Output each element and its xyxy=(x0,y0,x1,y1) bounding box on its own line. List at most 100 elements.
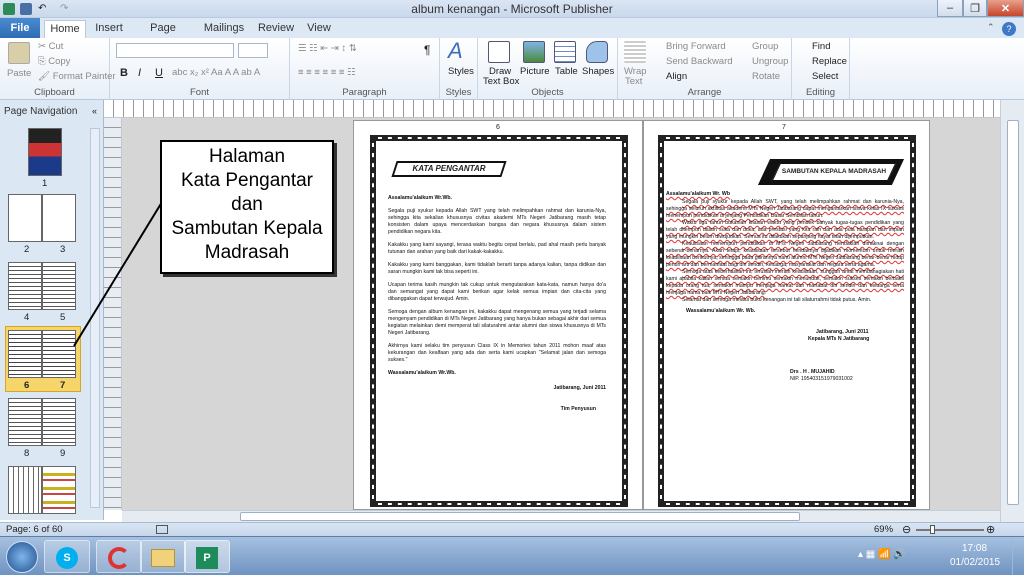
page-7-paragraph-2: Waktu tiga tahun bukanlah kilasan waktu … xyxy=(666,220,904,240)
ribbon-collapse-icon[interactable]: ⌃ xyxy=(987,22,995,33)
page-6-paragraph-1: Segala puji syukur kepada Allah SWT yang… xyxy=(388,208,606,235)
page-thumb-11[interactable] xyxy=(42,466,76,514)
taskbar-ccleaner[interactable] xyxy=(96,540,142,573)
minimize-button[interactable]: – xyxy=(937,0,963,17)
vertical-scroll-thumb[interactable] xyxy=(1007,120,1019,505)
taskbar-skype[interactable]: S xyxy=(44,540,90,573)
tab-file[interactable]: File xyxy=(0,18,40,38)
bold-button[interactable]: B xyxy=(120,67,128,79)
underline-button[interactable]: U xyxy=(155,67,163,79)
copy-button[interactable]: ⎘ Copy xyxy=(38,56,70,67)
paste-icon[interactable] xyxy=(8,42,30,64)
picture-button[interactable]: Picture xyxy=(520,66,550,77)
select-button[interactable]: Select xyxy=(812,71,838,82)
show-formatting-button[interactable]: ¶ xyxy=(424,43,430,57)
align-button[interactable]: Align xyxy=(666,71,687,82)
window-title: album kenangan - Microsoft Publisher xyxy=(411,2,613,16)
paste-button[interactable]: Paste xyxy=(7,68,31,79)
page-thumb-2[interactable] xyxy=(8,194,42,242)
page-thumb-6[interactable] xyxy=(8,330,42,378)
arrange-group-label: Arrange xyxy=(687,87,722,98)
styles-icon[interactable]: A xyxy=(448,40,470,62)
collapse-pane-icon[interactable]: « xyxy=(92,106,97,116)
styles-group-label: Styles xyxy=(445,87,472,98)
page-6-banner: KATA PENGANTAR xyxy=(391,161,507,177)
table-button[interactable]: Table xyxy=(555,66,578,77)
tab-insert[interactable]: Insert xyxy=(92,20,126,38)
horizontal-scrollbar[interactable] xyxy=(122,510,1000,522)
zoom-slider-handle[interactable] xyxy=(930,525,935,534)
zoom-slider[interactable] xyxy=(916,529,984,531)
ungroup-button[interactable]: Ungroup xyxy=(752,56,788,67)
restore-button[interactable]: ❐ xyxy=(963,0,987,17)
draw-text-box-label-2[interactable]: Text Box xyxy=(483,76,519,87)
page-thumb-10[interactable] xyxy=(8,466,42,514)
vertical-scrollbar[interactable] xyxy=(1000,100,1024,522)
font-group: B I U abc x₂ x² Aa A A ab A Font xyxy=(110,38,290,100)
page-thumb-4[interactable] xyxy=(8,262,42,310)
page-indicator[interactable]: Page: 6 of 60 xyxy=(6,524,63,535)
zoom-in-button[interactable]: ⊕ xyxy=(986,523,995,536)
layout-icon[interactable] xyxy=(156,525,168,534)
tab-view[interactable]: View xyxy=(304,20,334,38)
page-num-5: 5 xyxy=(60,312,66,323)
page-6-paragraph-2: Kakakku yang kami sayangi, terasa waktu … xyxy=(388,242,606,255)
send-backward-button[interactable]: Send Backward xyxy=(666,56,733,67)
page-thumb-8[interactable] xyxy=(8,398,42,446)
italic-button[interactable]: I xyxy=(138,67,141,79)
font-effects-icons[interactable]: abc x₂ x² Aa A A ab A xyxy=(172,67,260,78)
draw-text-box-icon[interactable] xyxy=(488,41,510,63)
replace-button[interactable]: Replace xyxy=(812,56,847,67)
clock-time[interactable]: 17:08 xyxy=(962,543,987,554)
list-buttons[interactable]: ☰ ☷ ⇤ ⇥ ↕ ⇅ xyxy=(298,43,357,54)
tray-icons[interactable]: ▴ ▦ 📶 🔊 xyxy=(858,549,906,560)
status-bar: Page: 6 of 60 69% ⊖ ⊕ xyxy=(0,522,1024,536)
skype-icon: S xyxy=(56,547,78,569)
callout-line-3: dan xyxy=(231,194,263,215)
page-6-paragraph-4: Ucapan terima kasih mungkin tak cukup un… xyxy=(388,282,606,302)
tab-mailings[interactable]: Mailings xyxy=(202,20,246,38)
page-num-4: 4 xyxy=(24,312,30,323)
tab-review[interactable]: Review xyxy=(256,20,296,38)
page-6[interactable]: 6 KATA PENGANTAR Assalamu'alaikum Wr.Wb.… xyxy=(353,120,643,510)
zoom-level[interactable]: 69% xyxy=(874,524,893,535)
help-icon[interactable]: ? xyxy=(1002,22,1016,36)
styles-button[interactable]: Styles xyxy=(448,66,474,77)
alignment-buttons[interactable]: ≡ ≡ ≡ ≡ ≡ ≡ ☷ xyxy=(298,67,356,78)
page-6-text-box[interactable]: Assalamu'alaikum Wr.Wb. Segala puji syuk… xyxy=(388,195,606,475)
font-size-dropdown[interactable] xyxy=(238,43,268,58)
find-button[interactable]: Find xyxy=(812,41,830,52)
page-thumb-9[interactable] xyxy=(42,398,76,446)
page-num-8: 8 xyxy=(24,448,30,459)
wrap-text-icon[interactable] xyxy=(624,41,646,63)
page-6-greeting: Assalamu'alaikum Wr.Wb. xyxy=(388,195,452,201)
format-painter-button[interactable]: 🖌 Format Painter xyxy=(38,71,116,82)
tab-page-design[interactable]: Page Design xyxy=(132,20,194,51)
table-icon[interactable] xyxy=(554,41,576,63)
rotate-button[interactable]: Rotate xyxy=(752,71,780,82)
show-desktop-button[interactable] xyxy=(1012,537,1024,575)
group-button[interactable]: Group xyxy=(752,41,778,52)
bring-forward-button[interactable]: Bring Forward xyxy=(666,41,726,52)
styles-group: A Styles Styles xyxy=(440,38,478,100)
zoom-out-button[interactable]: ⊖ xyxy=(902,523,911,536)
start-button[interactable] xyxy=(6,541,38,573)
shapes-icon[interactable] xyxy=(586,41,608,63)
page-7-paragraph-4: Semoga atas keberhasilan ini, teruslah m… xyxy=(666,269,904,296)
font-name-dropdown[interactable] xyxy=(116,43,234,58)
page-7[interactable]: 7 SAMBUTAN KEPALA MADRASAH Assalamu'alai… xyxy=(643,120,930,510)
page-thumb-1[interactable] xyxy=(28,128,62,176)
taskbar-publisher[interactable]: P xyxy=(184,540,230,573)
tab-home[interactable]: Home xyxy=(44,20,86,38)
close-button[interactable]: ✕ xyxy=(987,0,1024,17)
shapes-button[interactable]: Shapes xyxy=(582,66,614,77)
taskbar-explorer[interactable] xyxy=(140,540,186,573)
callout-line-4: Sambutan Kepala xyxy=(171,218,323,239)
horizontal-scroll-thumb[interactable] xyxy=(240,512,800,521)
wrap-text-label-2[interactable]: Text xyxy=(625,76,642,87)
picture-icon[interactable] xyxy=(523,41,545,63)
cut-button[interactable]: ✂ Cut xyxy=(38,41,63,52)
page-num-7: 7 xyxy=(60,380,66,391)
page-7-text-box[interactable]: Assalamu'alaikum Wr. Wb Segala puji syuk… xyxy=(666,191,904,461)
clock-date[interactable]: 01/02/2015 xyxy=(950,557,1000,568)
